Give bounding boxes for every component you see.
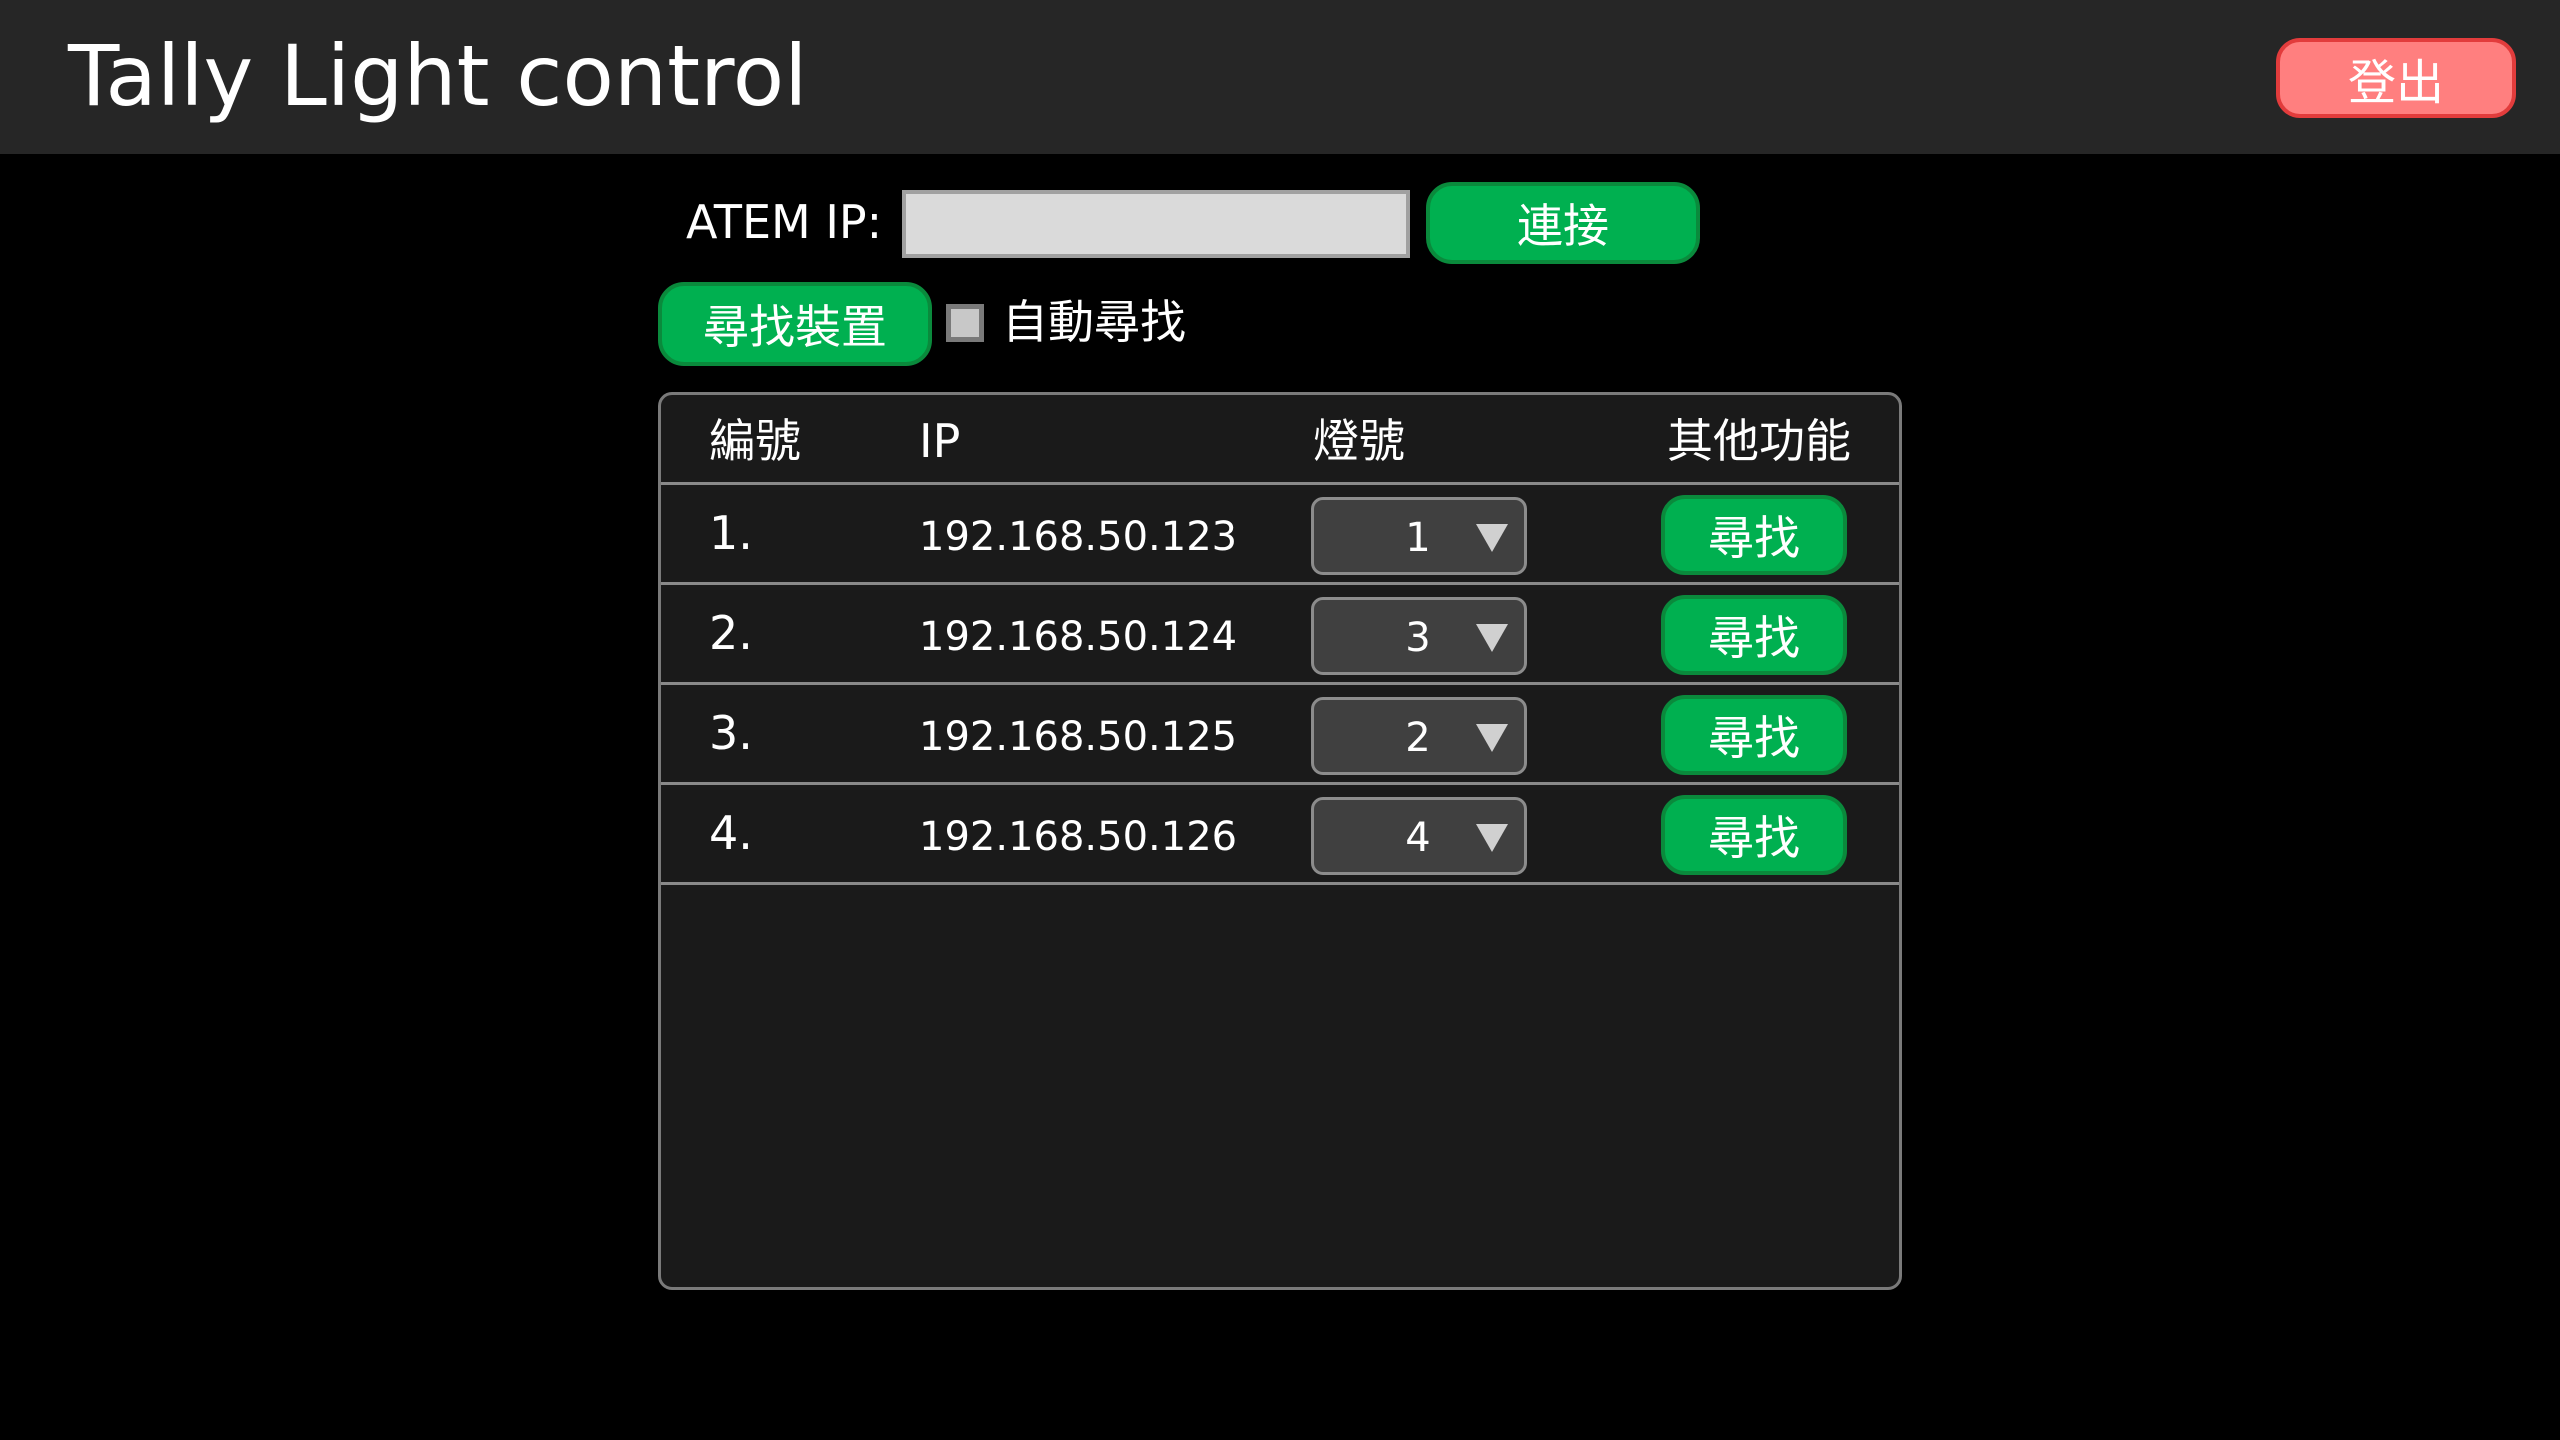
light-number-select[interactable]: 4: [1311, 797, 1527, 875]
row-ip: 192.168.50.126: [919, 814, 1238, 860]
row-ip: 192.168.50.124: [919, 614, 1238, 660]
find-light-button[interactable]: 尋找: [1661, 595, 1847, 675]
auto-find-checkbox[interactable]: [946, 304, 984, 342]
find-light-button[interactable]: 尋找: [1661, 795, 1847, 875]
light-number-value: 3: [1405, 615, 1431, 661]
find-devices-button[interactable]: 尋找裝置: [658, 282, 932, 366]
light-number-value: 4: [1405, 815, 1431, 861]
row-number: 2.: [709, 606, 753, 660]
row-ip: 192.168.50.125: [919, 714, 1238, 760]
column-header-light: 燈號: [1313, 414, 1405, 468]
light-number-select[interactable]: 3: [1311, 597, 1527, 675]
row-number: 4.: [709, 806, 753, 860]
light-number-value: 1: [1405, 515, 1431, 561]
column-header-other-functions: 其他功能: [1667, 414, 1851, 468]
auto-find-label: 自動尋找: [1002, 295, 1186, 349]
device-table: 編號 IP 燈號 其他功能 1. 192.168.50.123 1 尋找 2. …: [658, 392, 1902, 1290]
table-row: 3. 192.168.50.125 2 尋找: [661, 685, 1899, 785]
find-light-button[interactable]: 尋找: [1661, 495, 1847, 575]
table-row: 4. 192.168.50.126 4 尋找: [661, 785, 1899, 885]
table-row: 2. 192.168.50.124 3 尋找: [661, 585, 1899, 685]
light-number-value: 2: [1405, 715, 1431, 761]
chevron-down-icon: [1476, 524, 1508, 552]
chevron-down-icon: [1476, 624, 1508, 652]
light-number-select[interactable]: 2: [1311, 697, 1527, 775]
row-ip: 192.168.50.123: [919, 514, 1238, 560]
atem-ip-input[interactable]: [902, 190, 1410, 258]
chevron-down-icon: [1476, 724, 1508, 752]
table-header: 編號 IP 燈號 其他功能: [661, 395, 1899, 485]
app-header: Tally Light control 登出: [0, 0, 2560, 154]
find-light-button[interactable]: 尋找: [1661, 695, 1847, 775]
column-header-ip: IP: [919, 414, 961, 468]
table-row: 1. 192.168.50.123 1 尋找: [661, 485, 1899, 585]
app-title: Tally Light control: [68, 27, 808, 125]
row-number: 3.: [709, 706, 753, 760]
column-header-number: 編號: [709, 414, 801, 468]
connect-button[interactable]: 連接: [1426, 182, 1700, 264]
logout-button[interactable]: 登出: [2276, 38, 2516, 118]
chevron-down-icon: [1476, 824, 1508, 852]
row-number: 1.: [709, 506, 753, 560]
light-number-select[interactable]: 1: [1311, 497, 1527, 575]
atem-ip-label: ATEM IP:: [686, 195, 883, 249]
